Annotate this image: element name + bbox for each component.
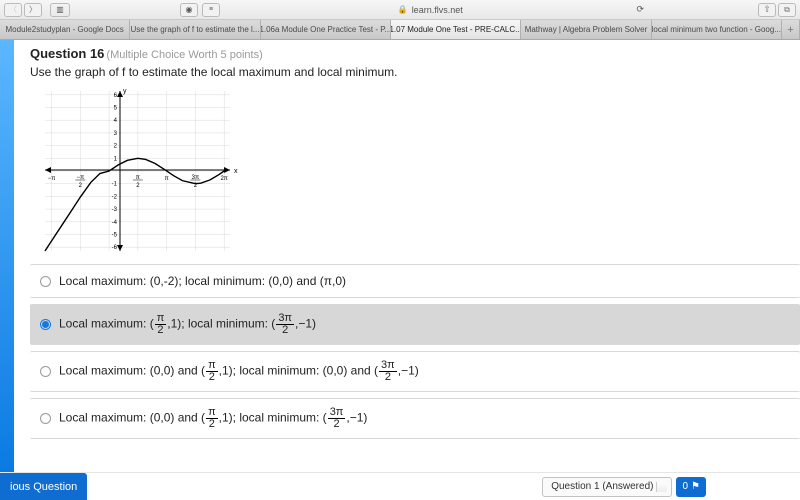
browser-tab[interactable]: local minimum two function - Goog...	[652, 20, 782, 39]
address-bar[interactable]: 🔒 learn.flvs.net	[224, 5, 636, 15]
flag-icon: ⚑	[691, 481, 700, 492]
reload-icon[interactable]: ⟳	[636, 4, 644, 15]
svg-text:-2: -2	[112, 194, 118, 200]
svg-text:-5: -5	[112, 232, 118, 238]
choice-d[interactable]: Local maximum: (0,0) and (π2,1); local m…	[30, 398, 800, 439]
back-button[interactable]: 〈	[4, 3, 22, 17]
choice-text: Local maximum: (0,-2); local minimum: (0…	[59, 274, 346, 288]
svg-text:2: 2	[136, 183, 140, 189]
question-meta: (Multiple Choice Worth 5 points)	[106, 49, 262, 61]
svg-text:-1: -1	[112, 182, 118, 188]
sidebar-toggle[interactable]: ▥	[50, 3, 70, 17]
question-selector[interactable]: Question 1 (Answered)	[542, 477, 672, 497]
tabs-button[interactable]: ⧉	[778, 3, 796, 17]
share-button[interactable]: ⇧	[758, 3, 776, 17]
question-header: Question 16 (Multiple Choice Worth 5 poi…	[30, 46, 800, 61]
radio-icon	[40, 276, 51, 287]
svg-text:3: 3	[114, 131, 118, 137]
svg-text:-4: -4	[112, 220, 118, 226]
choice-b[interactable]: Local maximum: (π2,1); local minimum: (3…	[30, 304, 800, 345]
bottom-bar: ious Question Question 1 (Answered) 0 ⚑	[0, 472, 800, 500]
svg-text:2: 2	[114, 144, 118, 150]
format-button[interactable]: ≡	[202, 3, 220, 17]
svg-text:2: 2	[79, 183, 83, 189]
svg-text:6: 6	[114, 93, 118, 99]
svg-text:4: 4	[114, 118, 118, 124]
browser-tab[interactable]: Module2studyplan - Google Docs	[0, 20, 130, 39]
svg-text:-6: -6	[112, 245, 118, 251]
answer-choices: Local maximum: (0,-2); local minimum: (0…	[30, 264, 800, 439]
svg-text:π: π	[165, 176, 169, 182]
svg-text:-3: -3	[112, 207, 118, 213]
browser-tab[interactable]: 1.06a Module One Practice Test - P...	[261, 20, 391, 39]
forward-button[interactable]: 〉	[24, 3, 42, 17]
choice-a[interactable]: Local maximum: (0,-2); local minimum: (0…	[30, 264, 800, 298]
url-host: learn.flvs.net	[412, 5, 463, 15]
question-number: Question 16	[30, 46, 104, 61]
lock-icon: 🔒	[398, 5, 408, 14]
question-prompt: Use the graph of f to estimate the local…	[30, 65, 800, 79]
radio-icon	[40, 319, 51, 330]
svg-text:y: y	[123, 88, 127, 95]
browser-tab[interactable]: 1.07 Module One Test - PRE-CALC...	[391, 20, 521, 39]
svg-text:x: x	[234, 168, 238, 175]
choice-c[interactable]: Local maximum: (0,0) and (π2,1); local m…	[30, 351, 800, 392]
browser-tab[interactable]: Use the graph of f to estimate the l...	[130, 20, 260, 39]
function-graph: x y -6-5-4-3-2-1123456 −π−π2π2π3π22π	[30, 83, 240, 258]
svg-text:1: 1	[114, 156, 118, 162]
choice-text: Local maximum: (0,0) and (π2,1); local m…	[59, 407, 367, 430]
svg-text:2π: 2π	[220, 176, 227, 182]
flag-count: 0	[682, 481, 688, 492]
choice-text: Local maximum: (0,0) and (π2,1); local m…	[59, 360, 419, 383]
choice-text: Local maximum: (π2,1); local minimum: (3…	[59, 313, 316, 336]
tab-bar: Module2studyplan - Google Docs Use the g…	[0, 20, 800, 40]
radio-icon	[40, 413, 51, 424]
svg-text:−π: −π	[48, 176, 56, 182]
reader-button[interactable]: ◉	[180, 3, 198, 17]
side-accent	[0, 40, 14, 500]
new-tab-button[interactable]: +	[782, 20, 800, 39]
flag-count-badge[interactable]: 0 ⚑	[676, 477, 706, 497]
radio-icon	[40, 366, 51, 377]
svg-text:5: 5	[114, 106, 118, 112]
browser-toolbar: 〈 〉 ▥ ◉ ≡ 🔒 learn.flvs.net ⟳ ⇧ ⧉	[0, 0, 800, 20]
browser-tab[interactable]: Mathway | Algebra Problem Solver	[521, 20, 651, 39]
previous-question-button[interactable]: ious Question	[0, 473, 87, 500]
